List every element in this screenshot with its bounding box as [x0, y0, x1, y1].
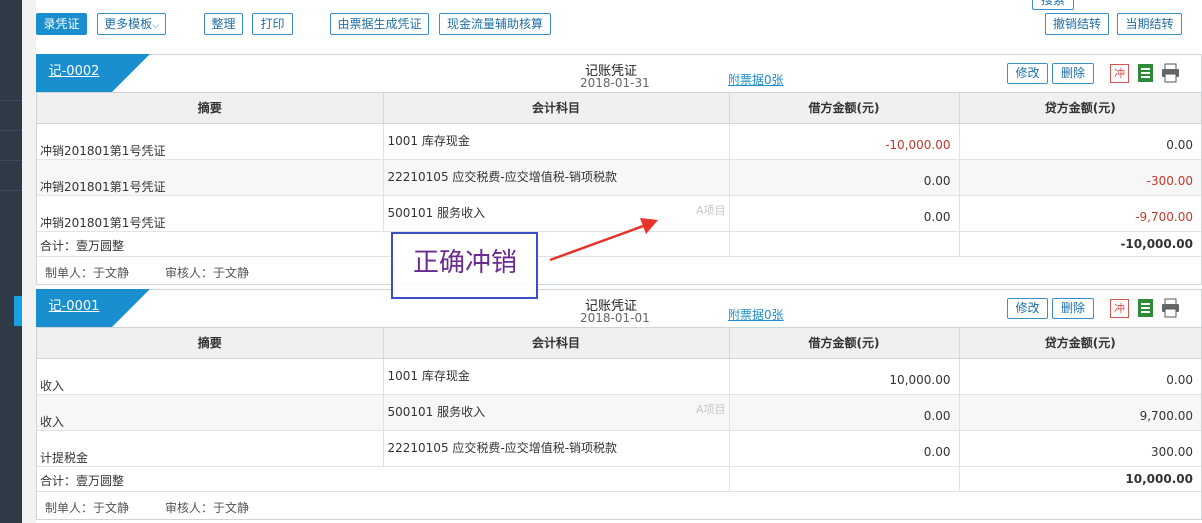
table-row: 计提税金 22210105 应交税费-应交增值税-销项税款 0.00 300.0… — [37, 430, 1201, 467]
debit-cell: 0.00 — [729, 159, 960, 196]
account-cell: 1001 库存现金 — [383, 358, 730, 395]
voucher-tab-corner — [112, 289, 150, 327]
excel-icon[interactable] — [1137, 63, 1154, 83]
account-label: 500101 服务收入 — [387, 404, 486, 419]
debit-cell: 0.00 — [729, 394, 960, 431]
undo-close-button[interactable]: 撤销结转 — [1045, 13, 1109, 35]
voucher-tab-corner — [112, 54, 150, 92]
edit-button[interactable]: 修改 — [1007, 63, 1048, 84]
more-templates-button[interactable]: 更多模板⌵ — [97, 13, 166, 35]
table-header-row: 摘要 会计科目 借方金额(元) 贷方金额(元) — [37, 328, 1201, 359]
total-label: 合计：壹万圆整 — [37, 466, 730, 492]
more-templates-label: 更多模板 — [104, 17, 153, 31]
sidebar-divider — [0, 130, 22, 131]
account-cell: 500101 服务收入 A项目 — [383, 394, 730, 431]
table-row: 收入 500101 服务收入 A项目 0.00 9,700.00 — [37, 394, 1201, 431]
column-header: 贷方金额(元) — [959, 93, 1201, 124]
column-header: 借方金额(元) — [729, 328, 960, 359]
edit-button[interactable]: 修改 — [1007, 298, 1048, 319]
annotation-box: 正确冲销 — [391, 232, 538, 299]
column-header: 贷方金额(元) — [959, 328, 1201, 359]
credit-cell: -9,700.00 — [959, 195, 1201, 232]
debit-cell: 0.00 — [729, 195, 960, 232]
summary-cell: 收入 — [37, 394, 384, 431]
search-button[interactable]: 搜索 — [1032, 0, 1074, 10]
voucher-number-link[interactable]: 记-0001 — [36, 289, 112, 327]
delete-button[interactable]: 删除 — [1052, 298, 1094, 319]
maker-label: 制单人：于文静 — [45, 265, 130, 280]
chevron-down-icon: ⌵ — [152, 21, 159, 31]
print-icon[interactable] — [1161, 63, 1180, 83]
annotation-text: 正确冲销 — [413, 248, 518, 278]
voucher-header: 记-0002 记账凭证 2018-01-31 附票据0张 修改 删除 冲 — [36, 54, 1201, 93]
maker-label: 制单人：于文静 — [45, 500, 130, 515]
voucher-card: 记-0001 记账凭证 2018-01-01 附票据0张 修改 删除 冲 摘要 … — [36, 289, 1202, 520]
account-label: 22210105 应交税费-应交增值税-销项税款 — [387, 169, 618, 184]
left-sidebar — [0, 0, 22, 523]
voucher-date: 2018-01-31 — [580, 76, 650, 90]
summary-cell: 冲销201801第1号凭证 — [37, 159, 384, 196]
cashflow-button[interactable]: 现金流量辅助核算 — [439, 13, 551, 35]
print-icon[interactable] — [1161, 298, 1180, 318]
credit-cell: 0.00 — [959, 358, 1201, 395]
debit-cell: 0.00 — [729, 430, 960, 467]
column-header: 会计科目 — [383, 328, 730, 359]
excel-icon[interactable] — [1137, 298, 1154, 318]
voucher-header: 记-0001 记账凭证 2018-01-01 附票据0张 修改 删除 冲 — [36, 289, 1201, 328]
total-row: 合计：壹万圆整 10,000.00 — [37, 466, 1201, 492]
account-label: 1001 库存现金 — [387, 368, 470, 383]
total-value: -10,000.00 — [959, 231, 1201, 257]
credit-cell: 9,700.00 — [959, 394, 1201, 431]
reviewer-label: 审核人：于文静 — [165, 500, 250, 515]
organize-button[interactable]: 整理 — [204, 13, 243, 35]
column-header: 会计科目 — [383, 93, 730, 124]
total-value: 10,000.00 — [959, 466, 1201, 492]
summary-cell: 收入 — [37, 358, 384, 395]
sidebar-active-indicator — [14, 296, 22, 326]
total-spacer — [729, 231, 960, 257]
debit-cell: -10,000.00 — [729, 123, 960, 160]
project-tag: A项目 — [695, 402, 726, 416]
attachment-link[interactable]: 附票据0张 — [728, 71, 784, 88]
reverse-icon[interactable]: 冲 — [1110, 64, 1129, 83]
column-header: 借方金额(元) — [729, 93, 960, 124]
account-label: 500101 服务收入 — [387, 205, 486, 220]
table-row: 冲销201801第1号凭证 22210105 应交税费-应交增值税-销项税款 0… — [37, 159, 1201, 196]
voucher-date: 2018-01-01 — [580, 311, 650, 325]
account-cell: 1001 库存现金 — [383, 123, 730, 160]
sidebar-divider — [0, 160, 22, 161]
summary-cell: 冲销201801第1号凭证 — [37, 195, 384, 232]
period-close-button[interactable]: 当期结转 — [1117, 13, 1182, 35]
print-button[interactable]: 打印 — [252, 13, 293, 35]
table-header-row: 摘要 会计科目 借方金额(元) 贷方金额(元) — [37, 93, 1201, 124]
debit-cell: 10,000.00 — [729, 358, 960, 395]
voucher-footer: 制单人：于文静 审核人：于文静 — [37, 492, 1201, 519]
summary-cell: 冲销201801第1号凭证 — [37, 123, 384, 160]
reverse-icon[interactable]: 冲 — [1110, 299, 1129, 318]
account-cell: 22210105 应交税费-应交增值税-销项税款 — [383, 159, 730, 196]
column-header: 摘要 — [37, 328, 384, 359]
account-label: 22210105 应交税费-应交增值税-销项税款 — [387, 440, 618, 455]
credit-cell: 0.00 — [959, 123, 1201, 160]
reviewer-label: 审核人：于文静 — [165, 265, 250, 280]
record-voucher-button[interactable]: 录凭证 — [36, 13, 87, 35]
account-cell: 22210105 应交税费-应交增值税-销项税款 — [383, 430, 730, 467]
sidebar-divider — [0, 100, 22, 101]
table-row: 收入 1001 库存现金 10,000.00 0.00 — [37, 358, 1201, 395]
voucher-table: 摘要 会计科目 借方金额(元) 贷方金额(元) 收入 1001 库存现金 10,… — [37, 328, 1201, 492]
credit-cell: -300.00 — [959, 159, 1201, 196]
column-header: 摘要 — [37, 93, 384, 124]
project-tag: A项目 — [695, 203, 726, 217]
credit-cell: 300.00 — [959, 430, 1201, 467]
total-spacer — [729, 466, 960, 492]
account-label: 1001 库存现金 — [387, 133, 470, 148]
sidebar-divider — [0, 190, 22, 191]
generate-from-receipt-button[interactable]: 由票据生成凭证 — [330, 13, 429, 35]
summary-cell: 计提税金 — [37, 430, 384, 467]
attachment-link[interactable]: 附票据0张 — [728, 306, 784, 323]
table-row: 冲销201801第1号凭证 1001 库存现金 -10,000.00 0.00 — [37, 123, 1201, 160]
annotation-arrow-icon — [549, 218, 658, 262]
delete-button[interactable]: 删除 — [1052, 63, 1094, 84]
voucher-number-link[interactable]: 记-0002 — [36, 54, 112, 92]
